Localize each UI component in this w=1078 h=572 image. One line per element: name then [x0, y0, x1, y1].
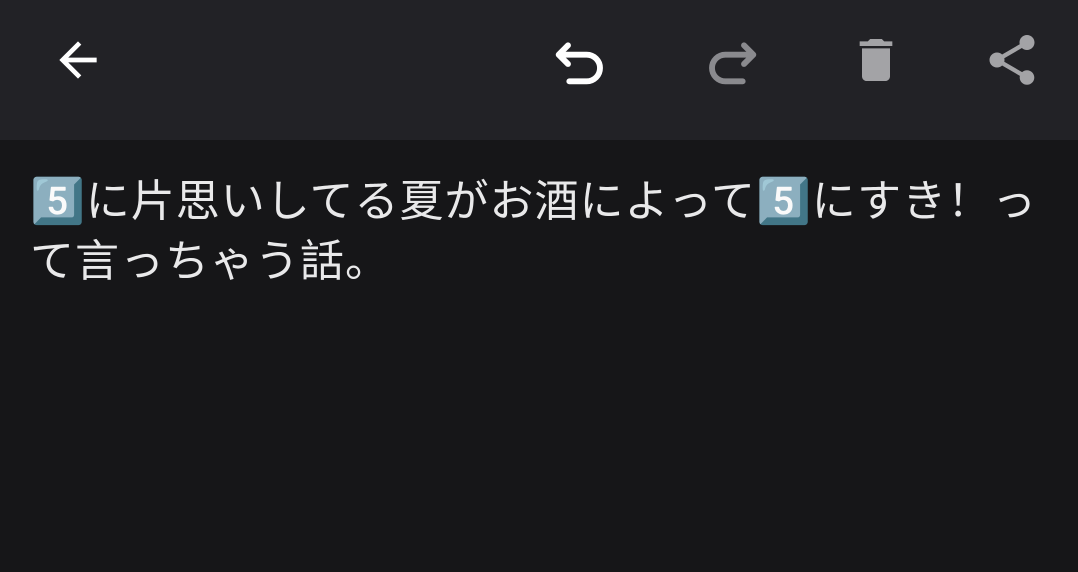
undo-icon	[548, 28, 612, 92]
undo-button[interactable]	[530, 20, 630, 100]
share-icon	[982, 30, 1042, 90]
trash-icon	[848, 32, 904, 88]
top-toolbar	[0, 0, 1078, 140]
note-editor[interactable]: 5️⃣に片思いしてる夏がお酒によって5️⃣にすき！って言っちゃう話。	[0, 140, 1078, 572]
share-button[interactable]	[962, 20, 1062, 100]
redo-button[interactable]	[682, 20, 782, 100]
redo-icon	[700, 28, 764, 92]
back-button[interactable]	[28, 20, 128, 100]
note-body-text[interactable]: 5️⃣に片思いしてる夏がお酒によって5️⃣にすき！って言っちゃう話。	[30, 172, 1060, 292]
arrow-left-icon	[50, 32, 106, 88]
delete-button[interactable]	[826, 20, 926, 100]
